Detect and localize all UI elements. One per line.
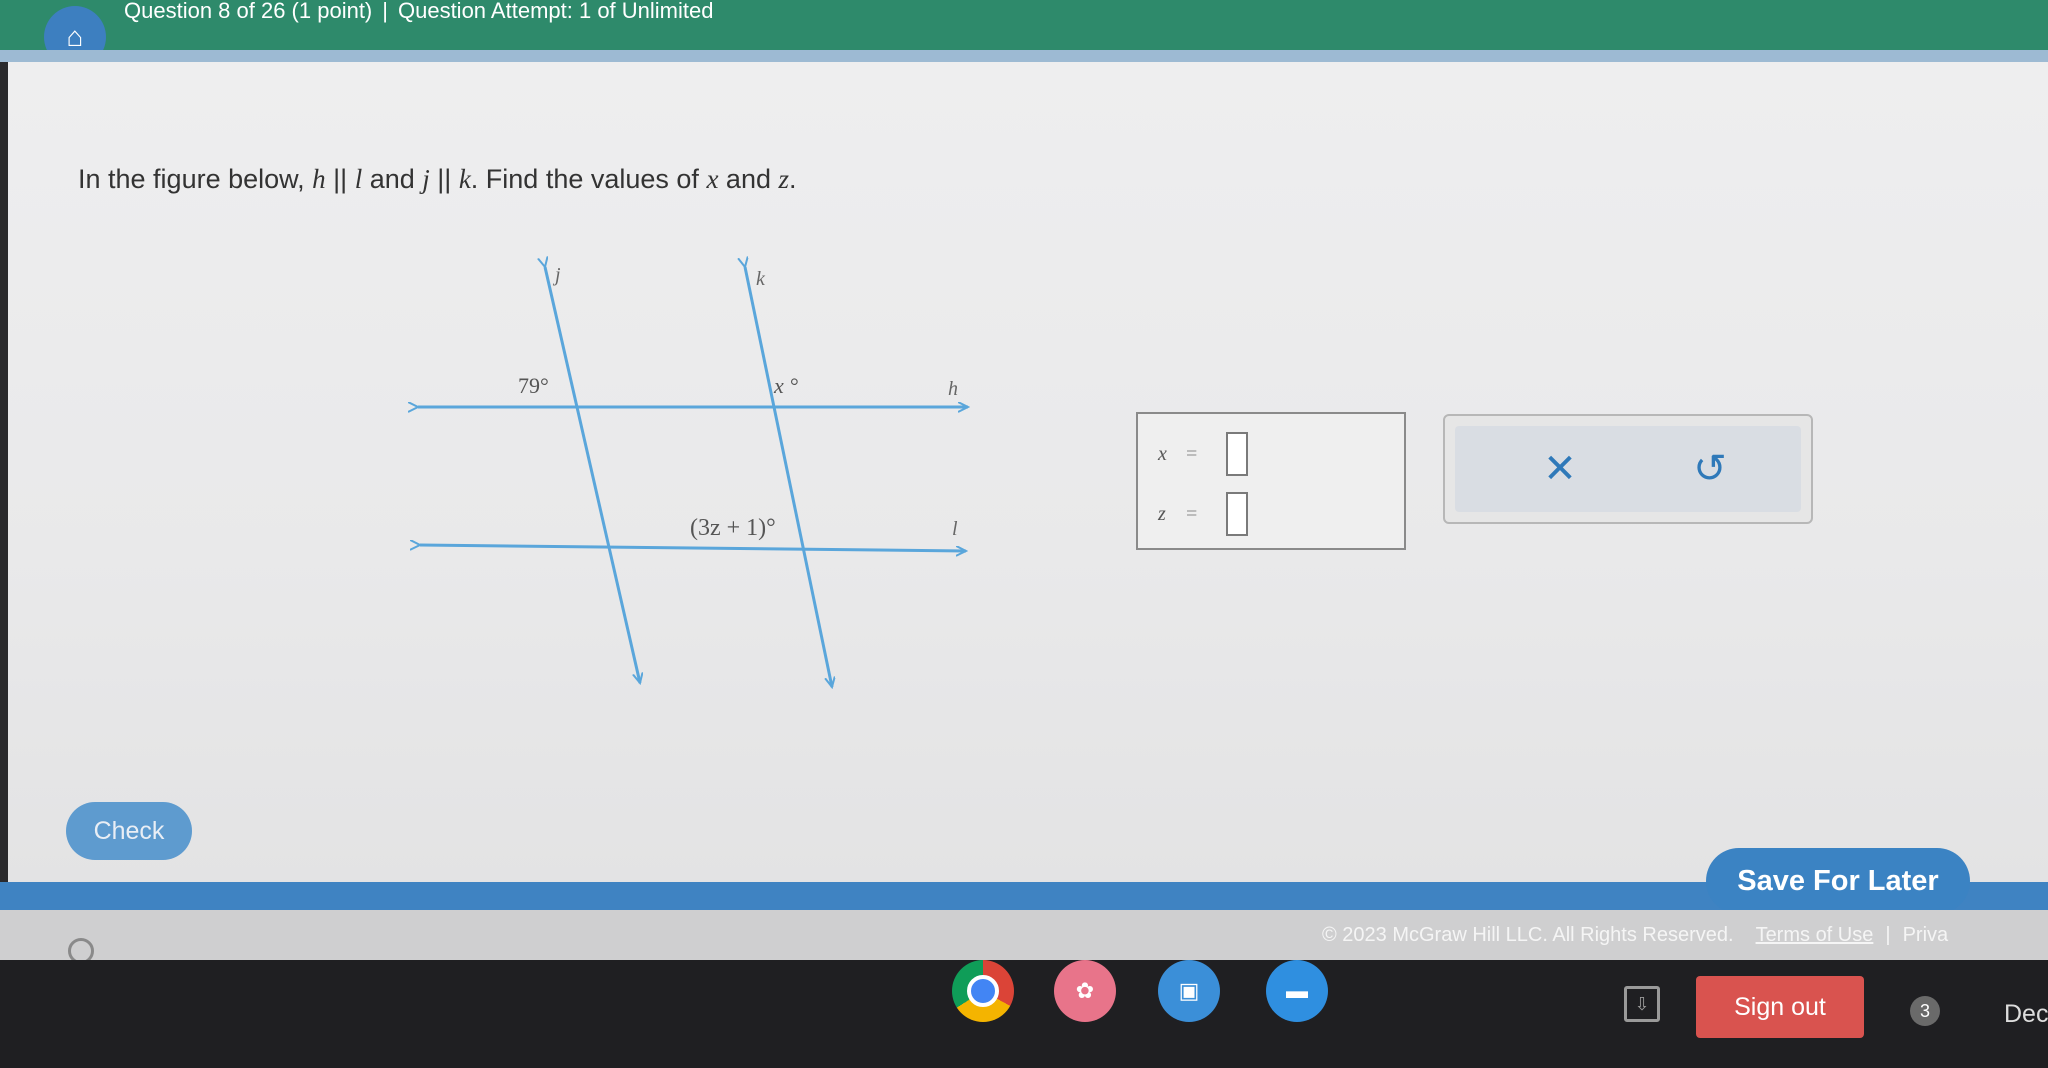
logo-mark: ⌂ <box>66 21 84 52</box>
x-label: x <box>1158 442 1167 465</box>
attempt-info: Question Attempt: 1 of Unlimited <box>397 0 714 23</box>
files-app-icon[interactable]: ▬ <box>1266 960 1328 1022</box>
z-input[interactable] <box>1226 492 1248 536</box>
tools-panel: ✕ ↺ <box>1455 426 1801 512</box>
var-z: z <box>778 164 789 194</box>
chrome-icon[interactable] <box>952 960 1014 1022</box>
answer-box: x = z = <box>1136 412 1406 550</box>
x-input[interactable] <box>1226 432 1248 476</box>
label-j: j <box>552 264 561 286</box>
var-j: j <box>422 164 430 194</box>
prompt-text: In the figure below, <box>78 164 313 194</box>
folder-icon: ▬ <box>1286 978 1308 1003</box>
prompt-text: and <box>718 164 779 194</box>
classroom-app-icon[interactable]: ▣ <box>1158 960 1220 1022</box>
copyright-text: © 2023 McGraw Hill LLC. All Rights Reser… <box>1322 924 1734 946</box>
header-separator: | <box>382 0 388 23</box>
x-answer-row: x = <box>1158 432 1248 476</box>
prompt-text: . Find the values of <box>470 164 707 194</box>
taskbar-date[interactable]: Dec <box>2004 1000 2048 1029</box>
var-h: h <box>312 164 326 194</box>
label-l: l <box>952 518 958 540</box>
parallel-symbol: || <box>325 164 355 194</box>
line-k <box>745 267 832 687</box>
board-icon: ▣ <box>1178 978 1200 1003</box>
prompt-text: . <box>789 164 797 194</box>
z-label: z <box>1158 502 1166 525</box>
tab-strip <box>0 50 2048 62</box>
check-button[interactable]: Check <box>66 802 192 860</box>
clear-button[interactable]: ✕ <box>1535 444 1585 494</box>
footer-separator: | <box>1885 924 1891 946</box>
terms-of-use-link[interactable]: Terms of Use <box>1756 924 1874 946</box>
question-number: Question 8 of 26 (1 point) <box>124 0 373 23</box>
equals-sign: = <box>1186 442 1198 465</box>
palette-app-icon[interactable]: ✿ <box>1054 960 1116 1022</box>
top-header: ⌂ Question 8 of 26 (1 point) | Question At… <box>0 0 2048 68</box>
z-answer-row: z = <box>1158 492 1248 536</box>
chrome-center <box>967 975 999 1007</box>
privacy-link[interactable]: Priva <box>1903 924 1949 946</box>
equals-sign: = <box>1186 502 1198 525</box>
undo-button[interactable]: ↺ <box>1685 444 1735 494</box>
save-for-later-button[interactable]: Save For Later <box>1706 848 1970 914</box>
sign-out-button[interactable]: Sign out <box>1696 976 1864 1038</box>
close-icon: ✕ <box>1543 447 1577 491</box>
angle-x-label: x ° <box>773 373 798 398</box>
parallel-lines-figure: j k h l 79° x ° (3z + 1)° <box>400 255 1000 705</box>
var-x: x <box>706 164 719 194</box>
parallel-symbol: || <box>429 164 459 194</box>
line-j <box>545 267 640 683</box>
copyright-line: © 2023 McGraw Hill LLC. All Rights Reser… <box>1322 924 1948 947</box>
label-h: h <box>948 378 958 400</box>
var-k: k <box>458 164 471 194</box>
label-k: k <box>756 268 766 290</box>
prompt-text: and <box>362 164 423 194</box>
line-l <box>420 545 966 551</box>
notification-badge[interactable]: 3 <box>1910 996 1940 1026</box>
palette-icon: ✿ <box>1075 978 1095 1003</box>
answer-tools: ✕ ↺ <box>1443 414 1813 524</box>
angle-3z-plus-1-label: (3z + 1)° <box>690 515 776 541</box>
angle-79-label: 79° <box>518 373 549 398</box>
download-icon[interactable]: ⇩ <box>1624 986 1660 1022</box>
question-info: Question 8 of 26 (1 point) | Question Atte… <box>124 0 713 22</box>
question-prompt: In the figure below, h || l and j || k. … <box>78 164 797 195</box>
undo-icon: ↺ <box>1693 447 1727 491</box>
